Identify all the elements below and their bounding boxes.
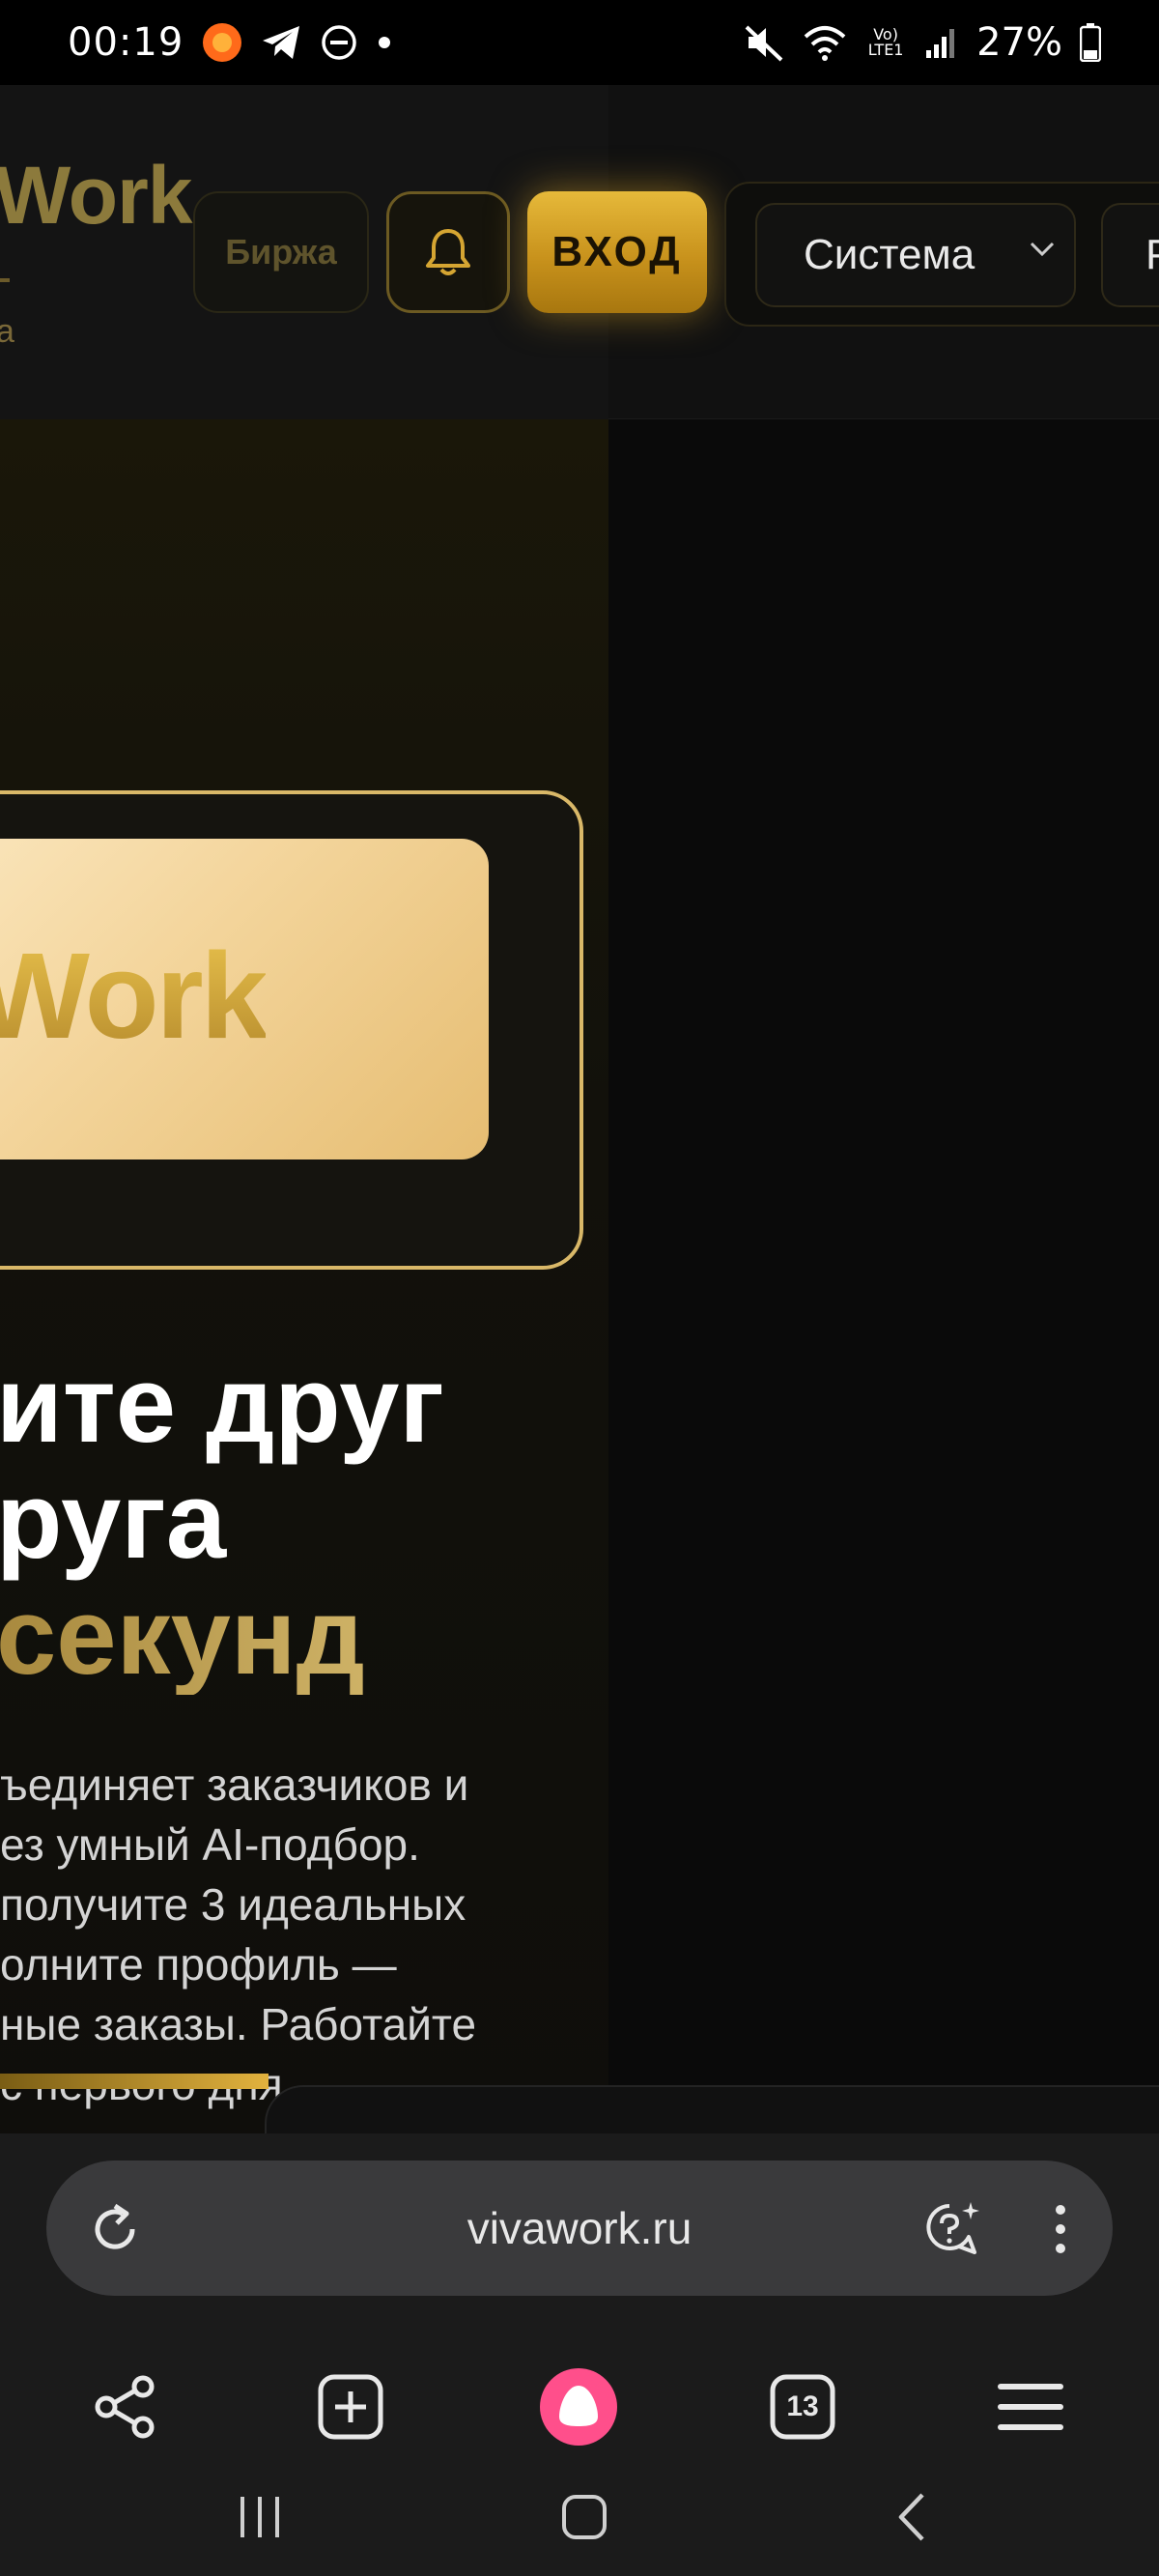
main-menu-button[interactable]: [977, 2354, 1084, 2460]
hero-description: ъединяет заказчиков и ез умный AI-подбор…: [0, 1760, 477, 2109]
recent-apps-icon: [240, 2497, 279, 2537]
theme-select-value: Система: [804, 231, 975, 278]
status-right: Vo) LTE1 27%: [743, 20, 1101, 65]
notifications-button[interactable]: [386, 191, 510, 313]
exchange-button-label: Биржа: [225, 232, 337, 272]
tabs-button[interactable]: 13: [749, 2354, 856, 2460]
status-bar: 00:19 Vo) LTE1 27%: [0, 0, 1159, 85]
share-icon: [95, 2375, 155, 2439]
dot-icon: [375, 33, 394, 52]
hero-title-line-2: руга: [0, 1460, 227, 1581]
do-not-disturb-icon: [321, 24, 357, 61]
hero-title-line-1: ите друг: [0, 1344, 445, 1465]
mute-icon: [743, 21, 785, 64]
home-icon: [562, 2495, 607, 2539]
site-header: Work а Биржа ВХОД Система Р: [0, 85, 1159, 419]
logo-dash: [0, 278, 10, 282]
bell-icon: [426, 229, 470, 275]
exchange-button[interactable]: Биржа: [193, 191, 369, 313]
ai-help-button[interactable]: [916, 2193, 989, 2267]
alice-assistant-button[interactable]: [525, 2354, 632, 2460]
more-vertical-icon: [1056, 2205, 1065, 2253]
back-icon: [898, 2493, 924, 2541]
website-viewport: Work а Биржа ВХОД Система Р: [0, 85, 1159, 2133]
alice-icon: [540, 2368, 617, 2446]
hero-logo-frame: Work: [0, 790, 583, 1270]
hero-title-line-3: секунд: [0, 1579, 672, 1695]
site-logo[interactable]: Work: [0, 149, 192, 243]
language-select-value: Р: [1145, 231, 1159, 279]
tabs-count: 13: [786, 2390, 819, 2422]
app-orange-icon: [201, 21, 243, 64]
battery-icon: [1080, 23, 1101, 62]
plus-square-icon: [318, 2374, 383, 2440]
hero-title: ите друг руга секунд: [0, 1347, 672, 1695]
new-tab-button[interactable]: [297, 2354, 404, 2460]
telegram-icon: [261, 23, 303, 62]
more-menu-button[interactable]: [1041, 2195, 1080, 2263]
network-label: Vo) LTE1: [867, 25, 904, 59]
hero-logo-card: Work: [0, 839, 489, 1159]
logo-subtitle: а: [0, 313, 14, 350]
hero-cta-button-edge[interactable]: [0, 2074, 269, 2089]
status-time: 00:19: [68, 20, 184, 65]
wifi-icon: [803, 23, 847, 62]
signal-icon: [924, 25, 959, 60]
recent-apps-button[interactable]: [207, 2474, 313, 2561]
share-button[interactable]: [71, 2354, 178, 2460]
settings-select-group: Система Р: [724, 182, 1159, 327]
login-button[interactable]: ВХОД: [527, 191, 707, 313]
back-button[interactable]: [860, 2474, 966, 2561]
ai-question-icon: [926, 2202, 979, 2254]
login-button-label: ВХОД: [551, 228, 683, 275]
status-left: 00:19: [68, 20, 394, 65]
hamburger-icon: [998, 2384, 1063, 2430]
url-field[interactable]: vivawork.ru: [46, 2161, 1113, 2296]
home-button[interactable]: [531, 2474, 637, 2561]
hero-section: Work ите друг руга секунд ъединяет заказ…: [0, 419, 608, 2133]
hero-logo-text: Work: [0, 926, 269, 1066]
reload-button[interactable]: [81, 2195, 149, 2263]
reload-icon: [95, 2203, 135, 2249]
language-select[interactable]: Р: [1101, 203, 1159, 307]
system-navigation-bar: [0, 2454, 1159, 2576]
battery-percent: 27%: [976, 20, 1062, 65]
secondary-card-edge: [265, 2085, 1159, 2133]
chevron-down-icon: [1030, 242, 1055, 257]
theme-select[interactable]: Система: [755, 203, 1076, 307]
